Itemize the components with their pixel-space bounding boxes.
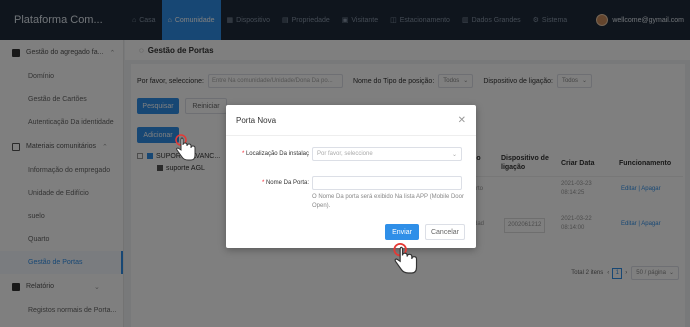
- new-door-dialog: Porta Nova ✕ * Localização Da instalaç P…: [226, 105, 476, 248]
- location-label: * Localização Da instalaç: [232, 147, 312, 161]
- location-row: * Localização Da instalaç Por favor, sel…: [232, 147, 462, 161]
- location-label-text: Localização Da instalaç: [245, 151, 309, 157]
- dialog-title: Porta Nova: [236, 115, 277, 125]
- location-placeholder: Por favor, seleccione: [317, 151, 373, 157]
- door-name-input[interactable]: [312, 176, 462, 190]
- door-name-label-text: Nome Da Porta:: [265, 180, 309, 186]
- door-name-hint: O Nome Da porta será exibido Na lista AP…: [312, 194, 464, 209]
- close-icon[interactable]: ✕: [458, 115, 466, 126]
- chevron-down-icon: ⌄: [451, 151, 457, 158]
- required-mark: *: [241, 151, 245, 157]
- pointer-hand-icon: [393, 242, 418, 274]
- dialog-header: Porta Nova ✕: [226, 105, 476, 136]
- cancel-button[interactable]: Cancelar: [425, 224, 465, 240]
- door-name-row: * Nome Da Porta:: [232, 176, 462, 190]
- pointer-hand-icon: [175, 134, 196, 161]
- door-name-label: * Nome Da Porta:: [232, 176, 312, 190]
- location-select[interactable]: Por favor, seleccione ⌄: [312, 147, 462, 161]
- required-mark: *: [261, 180, 265, 186]
